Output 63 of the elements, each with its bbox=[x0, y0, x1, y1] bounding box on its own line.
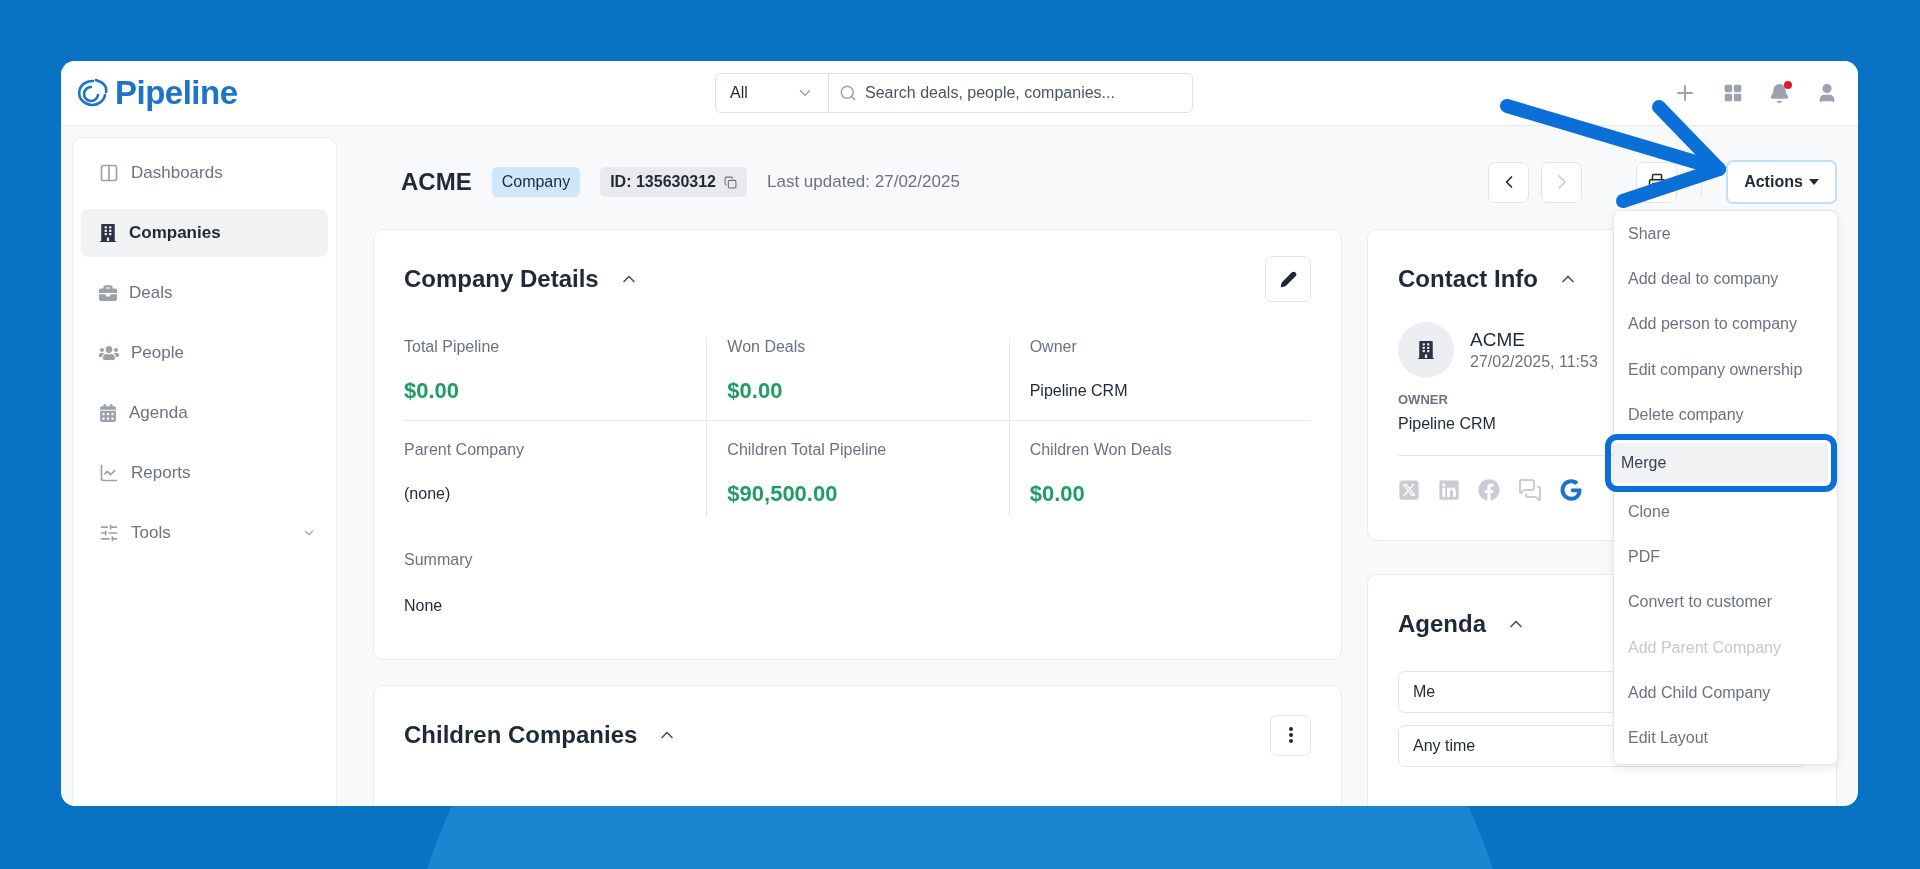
sidebar-item[interactable]: Agenda bbox=[81, 389, 328, 437]
bell-icon[interactable] bbox=[1769, 82, 1790, 104]
contact-date: 27/02/2025, 11:53 bbox=[1470, 353, 1598, 371]
columns-icon bbox=[99, 163, 119, 183]
people-icon bbox=[99, 343, 119, 363]
menu-item[interactable]: Merge bbox=[1614, 443, 1828, 484]
field-label: Children Won Deals bbox=[1029, 441, 1173, 459]
sidebar-item[interactable]: Companies bbox=[81, 209, 328, 257]
card-title: Agenda bbox=[1398, 610, 1486, 638]
sliders-icon bbox=[99, 523, 119, 543]
google-icon[interactable] bbox=[1560, 479, 1582, 501]
calendar-icon bbox=[99, 404, 117, 422]
logo-text: Pipeline bbox=[115, 74, 238, 112]
id-badge[interactable]: ID: 135630312 bbox=[600, 167, 747, 197]
card-title: Company Details bbox=[404, 265, 599, 293]
field-label: Children Total Pipeline bbox=[727, 441, 888, 459]
company-avatar bbox=[1398, 322, 1454, 378]
field-value: None bbox=[404, 597, 444, 615]
actions-button[interactable]: Actions bbox=[1726, 160, 1837, 204]
building-icon bbox=[99, 224, 117, 242]
menu-item[interactable]: Edit company ownership bbox=[1614, 346, 1837, 393]
card-title: Children Companies bbox=[404, 721, 638, 749]
last-updated-text: Last updated: 27/02/2025 bbox=[767, 172, 960, 192]
field-label: Summary bbox=[404, 551, 474, 569]
field-value: $0.00 bbox=[727, 378, 784, 404]
sidebar-item[interactable]: Tools bbox=[81, 509, 328, 557]
copy-icon bbox=[724, 175, 737, 189]
field-value: $90,500.00 bbox=[727, 481, 839, 507]
owner-value: Pipeline CRM bbox=[1398, 415, 1496, 433]
menu-item[interactable]: Clone bbox=[1614, 489, 1837, 535]
menu-item[interactable]: Add person to company bbox=[1614, 301, 1837, 347]
menu-item[interactable]: PDF bbox=[1614, 534, 1837, 580]
pencil-icon bbox=[1279, 270, 1297, 288]
menu-item[interactable]: Share bbox=[1614, 211, 1837, 257]
field-value: $0.00 bbox=[404, 378, 461, 404]
sidebar-item[interactable]: Reports bbox=[81, 449, 328, 497]
field-value: Pipeline CRM bbox=[1029, 382, 1129, 400]
menu-item[interactable]: Convert to customer bbox=[1614, 579, 1837, 626]
logo-icon bbox=[75, 78, 109, 108]
contact-name: ACME bbox=[1470, 329, 1526, 351]
field-label: Owner bbox=[1029, 338, 1078, 356]
field-value: (none) bbox=[404, 485, 452, 503]
grid-icon[interactable] bbox=[1723, 83, 1743, 103]
record-title: ACME bbox=[401, 168, 472, 196]
sidebar-item[interactable]: People bbox=[81, 329, 328, 377]
menu-item[interactable]: Delete company bbox=[1614, 392, 1837, 438]
owner-label: OWNER bbox=[1398, 392, 1449, 407]
sidebar-item[interactable]: Deals bbox=[81, 269, 328, 317]
sidebar-item[interactable]: Dashboards bbox=[81, 149, 328, 197]
field-label: Total Pipeline bbox=[404, 338, 501, 356]
menu-item[interactable]: Add deal to company bbox=[1614, 256, 1837, 302]
type-badge: Company bbox=[491, 167, 581, 197]
more-button[interactable] bbox=[1270, 714, 1311, 756]
chevron-right-icon bbox=[1557, 175, 1566, 189]
field-value: $0.00 bbox=[1029, 481, 1086, 507]
kebab-icon bbox=[1288, 727, 1293, 743]
card-title: Contact Info bbox=[1398, 265, 1538, 293]
edit-button[interactable] bbox=[1265, 256, 1311, 302]
field-label: Won Deals bbox=[727, 338, 807, 356]
line-chart-icon bbox=[99, 463, 119, 483]
field-label: Parent Company bbox=[404, 441, 526, 459]
caret-icon bbox=[1808, 179, 1819, 185]
briefcase-icon bbox=[99, 284, 117, 302]
